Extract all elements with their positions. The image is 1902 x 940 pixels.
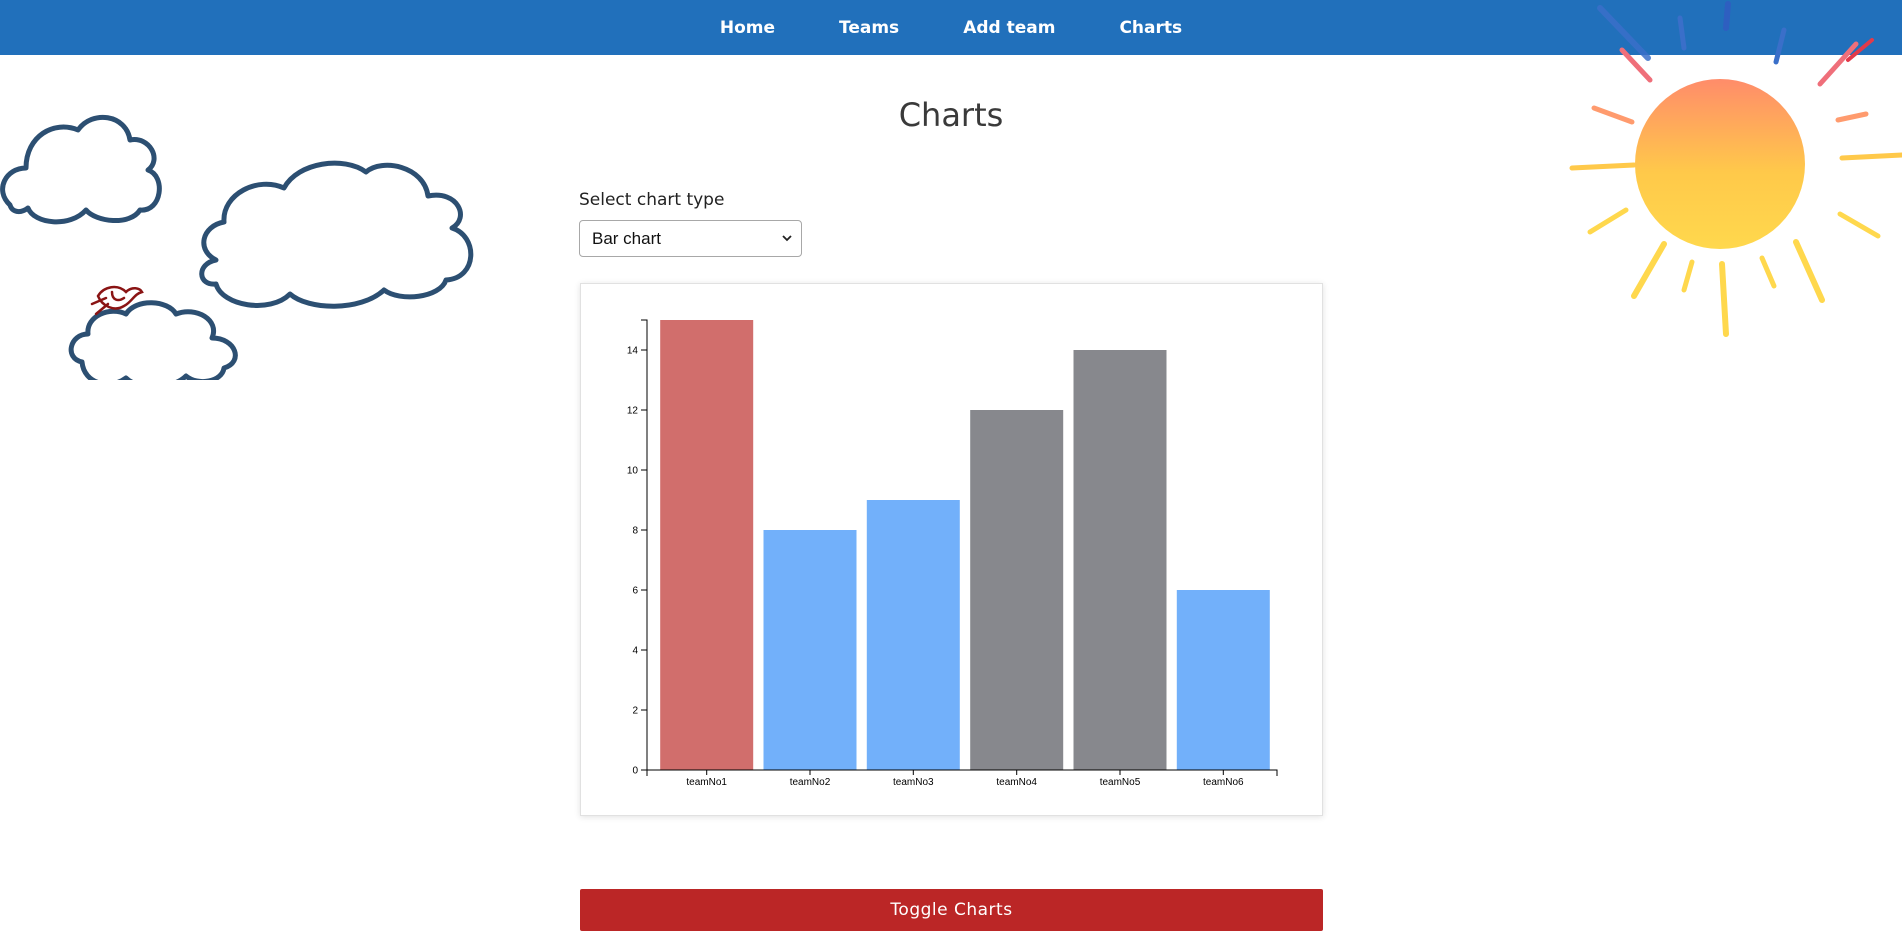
chevron-down-icon [782,235,792,242]
y-tick-label: 8 [632,526,638,537]
chart-type-label: Select chart type [579,190,725,210]
y-axis [641,319,648,771]
bar-teamNo5 [1073,350,1167,770]
nav-links: Home Teams Add team Charts [688,18,1214,38]
bar-chart: teamNo1 teamNo2 teamNo3 teamNo4 teamNo5 teamN… [627,319,1278,788]
y-tick-label: 10 [627,466,639,477]
y-tick-label: 12 [627,406,639,417]
bar-teamNo2 [763,530,857,770]
x-tick-label: teamNo3 [893,777,934,788]
nav-charts-link[interactable]: Charts [1087,18,1214,38]
page-title: Charts [898,96,1004,134]
bar-teamNo1 [660,320,754,770]
y-tick-label: 6 [632,586,638,597]
y-tick-label: 14 [627,346,639,357]
x-tick-label: teamNo2 [790,777,831,788]
bar-teamNo6 [1176,590,1270,770]
y-tick-label: 0 [632,766,638,777]
x-axis [646,769,1278,776]
chart-type-select[interactable]: Bar chart [579,220,802,257]
toggle-charts-button[interactable]: Toggle Charts [580,889,1323,931]
x-tick-label: teamNo6 [1203,777,1244,788]
chart-container: teamNo1 teamNo2 teamNo3 teamNo4 teamNo5 teamN… [580,283,1323,816]
bar-teamNo3 [866,500,960,770]
clouds-illustration [0,114,474,380]
y-tick-label: 4 [632,646,638,657]
x-tick-label: teamNo1 [686,777,727,788]
sun-illustration [1569,1,1902,337]
x-tick-label: teamNo5 [1100,777,1141,788]
bar-teamNo4 [970,410,1064,770]
x-tick-label: teamNo4 [996,777,1037,788]
nav-teams-link[interactable]: Teams [807,18,931,38]
chart-type-select-value: Bar chart [592,228,661,248]
y-tick-label: 2 [632,706,638,717]
nav-add-team-link[interactable]: Add team [931,18,1087,38]
nav-home-link[interactable]: Home [688,18,807,38]
